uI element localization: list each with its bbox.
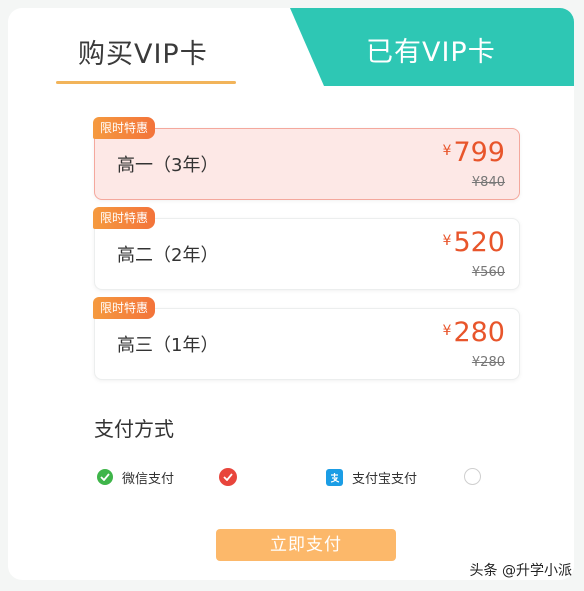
plan-price: ¥520 — [443, 227, 505, 258]
promo-badge: 限时特惠 — [93, 207, 156, 229]
price-value: 280 — [453, 317, 505, 348]
watermark: 头条 @升学小派 — [469, 563, 572, 579]
plan-option-grade-10[interactable]: 限时特惠 高一（3年） ¥799 ¥840 — [93, 117, 520, 200]
payment-option-label: 支付宝支付 — [352, 471, 418, 487]
promo-badge: 限时特惠 — [93, 297, 156, 319]
plan-price: ¥799 — [443, 137, 505, 168]
plan-price: ¥280 — [443, 317, 505, 348]
payment-option-label: 微信支付 — [122, 471, 175, 487]
original-price: ¥280 — [471, 355, 505, 370]
plan-option-grade-11[interactable]: 限时特惠 高二（2年） ¥520 ¥560 — [93, 207, 520, 290]
payment-method-title: 支付方式 — [94, 417, 174, 441]
promo-badge: 限时特惠 — [93, 117, 156, 139]
alipay-radio-unchecked[interactable] — [464, 468, 481, 485]
alipay-icon — [326, 468, 343, 486]
check-icon — [223, 473, 233, 481]
vip-purchase-card: 购买VIP卡 已有VIP卡 限时特惠 高一（3年） ¥799 ¥840 限时特惠… — [8, 8, 574, 580]
original-price: ¥840 — [471, 175, 505, 190]
price-value: 799 — [453, 137, 505, 168]
tab-owned-vip[interactable]: 已有VIP卡 — [290, 8, 574, 86]
currency-symbol: ¥ — [442, 143, 452, 159]
tab-buy-vip-label: 购买VIP卡 — [78, 39, 208, 70]
original-price: ¥560 — [471, 265, 505, 280]
payment-option-wechat[interactable]: 微信支付 — [97, 466, 174, 488]
tab-owned-vip-label: 已有VIP卡 — [366, 37, 496, 68]
wechat-radio-checked[interactable] — [219, 468, 237, 486]
tab-buy-vip[interactable]: 购买VIP卡 — [8, 8, 308, 88]
pay-now-button[interactable]: 立即支付 — [216, 529, 396, 561]
plan-name: 高三（1年） — [117, 335, 219, 356]
price-value: 520 — [453, 227, 505, 258]
plan-name: 高二（2年） — [117, 245, 219, 266]
payment-option-alipay[interactable]: 支付宝支付 — [326, 466, 417, 488]
currency-symbol: ¥ — [442, 323, 452, 339]
active-tab-underline — [56, 81, 236, 84]
plan-option-grade-12[interactable]: 限时特惠 高三（1年） ¥280 ¥280 — [93, 297, 520, 380]
wechat-icon — [97, 469, 113, 485]
currency-symbol: ¥ — [442, 233, 452, 249]
plan-name: 高一（3年） — [117, 155, 219, 176]
